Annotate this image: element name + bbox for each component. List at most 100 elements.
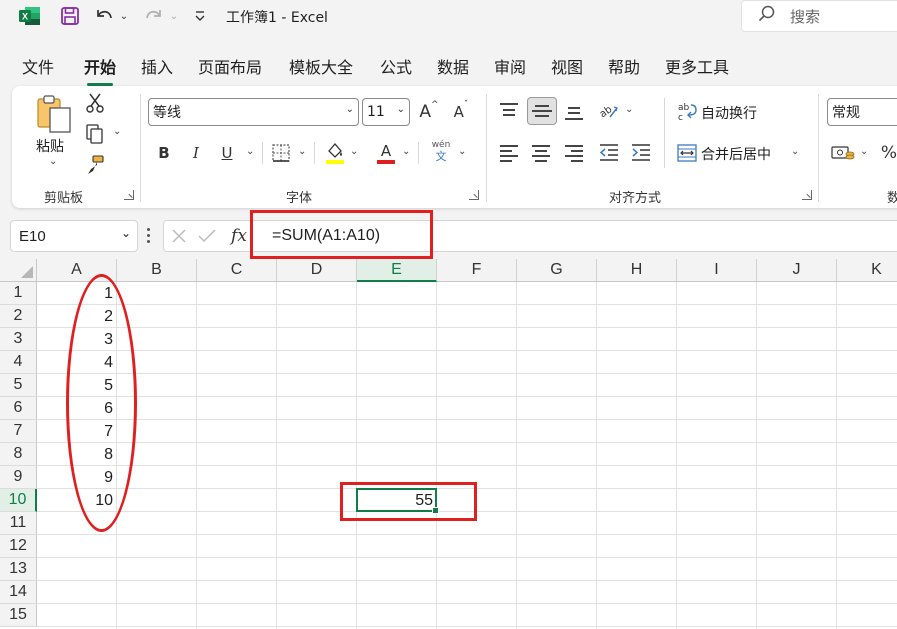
wrap-text-icon[interactable]: ab c [676,100,698,122]
customize-qat-icon[interactable] [193,8,207,24]
row-header-1[interactable]: 1 [0,282,37,305]
ribbon-tabs: 文件 开始 插入 页面布局 模板大全 公式 数据 审阅 视图 帮助 更多工具 [0,48,897,86]
merge-center-label[interactable]: 合并后居中 [701,144,771,164]
font-group-label: 字体 [286,191,313,206]
insert-function-icon[interactable]: fx [226,224,252,248]
save-icon[interactable] [59,5,81,27]
column-header-j[interactable]: J [757,259,837,282]
italic-button[interactable]: I [186,142,206,164]
merge-center-dropdown-chevron-icon[interactable]: ⌄ [791,146,799,157]
tab-page-layout[interactable]: 页面布局 [198,54,262,78]
shrink-font-icon[interactable]: Aˇ [449,100,473,124]
column-header-d[interactable]: D [277,259,357,282]
paste-dropdown-chevron-icon[interactable]: ⌄ [49,156,57,167]
tab-review[interactable]: 审阅 [494,54,526,78]
clipboard-dialog-launcher-icon[interactable] [124,190,134,200]
column-header-i[interactable]: I [677,259,757,282]
cut-icon[interactable] [84,92,106,114]
phonetic-dropdown-chevron-icon[interactable]: ⌄ [458,146,466,157]
borders-dropdown-chevron-icon[interactable]: ⌄ [298,146,306,157]
row-header-11[interactable]: 11 [0,512,37,535]
row-header-6[interactable]: 6 [0,397,37,420]
copy-dropdown-chevron-icon[interactable]: ⌄ [113,126,121,137]
font-dialog-launcher-icon[interactable] [469,190,479,200]
paste-icon[interactable] [34,94,74,134]
row-header-3[interactable]: 3 [0,328,37,351]
fill-color-icon[interactable] [324,140,346,166]
row-header-9[interactable]: 9 [0,466,37,489]
font-name-select[interactable]: 等线 ⌄ [148,98,359,126]
column-header-k[interactable]: K [837,259,897,282]
align-center-icon[interactable] [530,142,552,164]
column-header-c[interactable]: C [197,259,277,282]
grow-font-icon[interactable]: A ^ [417,100,441,124]
row-header-2[interactable]: 2 [0,305,37,328]
tab-home[interactable]: 开始 [84,54,116,86]
formula-bar-grip-icon[interactable] [147,228,151,244]
column-header-e[interactable]: E [357,259,437,282]
gridline-horizontal [37,603,897,604]
align-right-icon[interactable] [563,142,585,164]
row-header-7[interactable]: 7 [0,420,37,443]
row-header-13[interactable]: 13 [0,558,37,581]
underline-button[interactable]: U [217,142,237,164]
search-box[interactable]: 搜索 [741,0,897,32]
orientation-icon[interactable]: ab [596,100,620,122]
currency-dropdown-chevron-icon[interactable]: ⌄ [860,146,868,157]
copy-icon[interactable] [84,123,106,145]
enter-checkmark-icon[interactable] [196,225,218,247]
chevron-down-icon: ⌄ [345,104,354,115]
currency-format-icon[interactable] [830,142,856,164]
gridline-vertical [516,282,517,629]
paste-button-label[interactable]: 粘贴 [36,136,64,156]
row-header-8[interactable]: 8 [0,443,37,466]
column-header-b[interactable]: B [117,259,197,282]
chevron-down-icon[interactable]: ⌄ [121,226,131,240]
row-header-4[interactable]: 4 [0,351,37,374]
name-box-value: E10 [19,227,46,245]
phonetic-guide-icon[interactable]: wén 文 [430,140,452,166]
format-painter-icon[interactable] [84,154,106,176]
increase-indent-icon[interactable] [629,142,653,164]
font-color-dropdown-chevron-icon[interactable]: ⌄ [402,146,410,157]
name-box[interactable]: E10 ⌄ [10,220,138,252]
tab-data[interactable]: 数据 [437,54,469,78]
tab-help[interactable]: 帮助 [608,54,640,78]
underline-dropdown-chevron-icon[interactable]: ⌄ [246,146,254,157]
borders-icon[interactable] [270,142,292,164]
font-size-select[interactable]: 11 ⌄ [362,98,410,126]
alignment-dialog-launcher-icon[interactable] [802,190,812,200]
align-left-icon[interactable] [498,142,520,164]
font-size-value: 11 [367,104,385,120]
top-align-icon[interactable] [498,100,520,122]
undo-icon[interactable] [92,5,116,27]
tab-view[interactable]: 视图 [551,54,583,78]
wrap-text-label[interactable]: 自动换行 [701,103,757,123]
row-header-5[interactable]: 5 [0,374,37,397]
number-format-select[interactable]: 常规 [827,98,897,126]
select-all-button[interactable] [0,259,37,282]
decrease-indent-icon[interactable] [597,142,621,164]
orientation-dropdown-chevron-icon[interactable]: ⌄ [625,104,633,115]
row-header-15[interactable]: 15 [0,604,37,627]
middle-align-icon[interactable] [527,97,557,125]
tab-file[interactable]: 文件 [22,54,54,78]
bottom-align-icon[interactable] [563,100,585,122]
column-header-h[interactable]: H [597,259,677,282]
column-header-g[interactable]: G [517,259,597,282]
percent-style-button[interactable]: % [878,142,897,164]
tab-templates[interactable]: 模板大全 [289,54,353,78]
merge-center-icon[interactable] [676,142,698,164]
font-color-icon[interactable]: A [375,140,397,166]
bold-button[interactable]: B [154,142,174,164]
column-header-f[interactable]: F [437,259,517,282]
tab-more-tools[interactable]: 更多工具 [665,54,729,78]
tab-formulas[interactable]: 公式 [380,54,412,78]
fill-color-dropdown-chevron-icon[interactable]: ⌄ [350,146,358,157]
cancel-entry-icon[interactable] [168,225,190,247]
row-header-10[interactable]: 10 [0,489,37,512]
row-header-12[interactable]: 12 [0,535,37,558]
row-header-14[interactable]: 14 [0,581,37,604]
undo-dropdown-chevron-icon[interactable]: ⌄ [118,9,130,23]
tab-insert[interactable]: 插入 [141,54,173,78]
